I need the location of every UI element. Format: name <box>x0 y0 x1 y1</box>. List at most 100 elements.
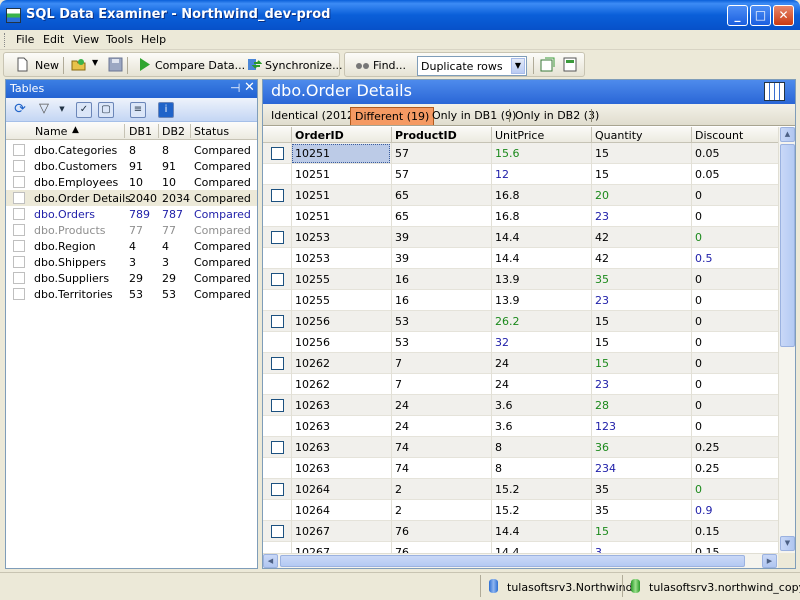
cell-orderid[interactable]: 10251 <box>295 210 330 223</box>
cell-productid[interactable]: 74 <box>395 441 409 454</box>
cell-discount[interactable]: 0 <box>695 378 702 391</box>
menu-file[interactable]: File <box>16 33 34 46</box>
cell-productid[interactable]: 16 <box>395 294 409 307</box>
column-unitprice[interactable]: UnitPrice <box>495 129 544 142</box>
cell-productid[interactable]: 65 <box>395 210 409 223</box>
info-icon[interactable]: i <box>158 102 174 118</box>
table-checkbox[interactable] <box>13 208 25 220</box>
chevron-down-icon[interactable]: ▼ <box>511 58 525 74</box>
table-row[interactable]: 10262 7 24 15 0 <box>263 353 778 374</box>
table-row[interactable]: 10255 16 13.9 23 0 <box>263 290 778 311</box>
close-button[interactable]: ✕ <box>773 5 794 26</box>
cell-orderid[interactable]: 10267 <box>295 525 330 538</box>
cell-quantity[interactable]: 123 <box>595 420 616 433</box>
table-row[interactable]: 10262 7 24 23 0 <box>263 374 778 395</box>
cell-discount[interactable]: 0.05 <box>695 147 720 160</box>
table-row[interactable]: 10263 74 8 36 0.25 <box>263 437 778 458</box>
cell-orderid[interactable]: 10251 <box>295 189 330 202</box>
cell-discount[interactable]: 0 <box>695 189 702 202</box>
scroll-up-icon[interactable]: ▲ <box>780 127 795 142</box>
table-row[interactable]: 10264 2 15.2 35 0.9 <box>263 500 778 521</box>
cell-orderid[interactable]: 10263 <box>295 420 330 433</box>
cell-orderid[interactable]: 10262 <box>295 378 330 391</box>
table-checkbox[interactable] <box>13 176 25 188</box>
table-checkbox[interactable] <box>13 144 25 156</box>
tab-identical[interactable]: Identical (2012) <box>267 107 362 125</box>
table-row[interactable]: 10251 65 16.8 23 0 <box>263 206 778 227</box>
table-row[interactable]: dbo.Shippers 3 3 Compared <box>6 254 257 270</box>
table-row[interactable]: 10253 39 14.4 42 0.5 <box>263 248 778 269</box>
row-checkbox[interactable] <box>271 525 284 538</box>
row-checkbox[interactable] <box>271 441 284 454</box>
cell-discount[interactable]: 0.05 <box>695 168 720 181</box>
cell-discount[interactable]: 0.9 <box>695 504 713 517</box>
row-checkbox[interactable] <box>271 189 284 202</box>
menu-edit[interactable]: Edit <box>43 33 64 46</box>
column-orderid[interactable]: OrderID <box>295 129 344 142</box>
table-row[interactable]: 10251 57 12 15 0.05 <box>263 164 778 185</box>
row-checkbox[interactable] <box>271 273 284 286</box>
scrollbar-thumb[interactable] <box>780 144 795 347</box>
cell-discount[interactable]: 0 <box>695 273 702 286</box>
cell-quantity[interactable]: 23 <box>595 294 609 307</box>
cell-productid[interactable]: 2 <box>395 483 402 496</box>
cell-productid[interactable]: 57 <box>395 168 409 181</box>
cell-discount[interactable]: 0 <box>695 231 702 244</box>
cell-unitprice[interactable]: 12 <box>495 168 509 181</box>
table-checkbox[interactable] <box>13 288 25 300</box>
cell-unitprice[interactable]: 3.6 <box>495 399 513 412</box>
column-status[interactable]: Status <box>194 125 229 138</box>
cell-quantity[interactable]: 35 <box>595 273 609 286</box>
cell-productid[interactable]: 24 <box>395 399 409 412</box>
cell-unitprice[interactable]: 15.2 <box>495 483 520 496</box>
cell-discount[interactable]: 0 <box>695 483 702 496</box>
cell-unitprice[interactable]: 15.2 <box>495 504 520 517</box>
menu-view[interactable]: View <box>73 33 99 46</box>
table-row[interactable]: dbo.Order Details 2040 2034 Compared <box>6 190 257 206</box>
cell-unitprice[interactable]: 14.4 <box>495 231 520 244</box>
cell-orderid[interactable]: 10264 <box>295 504 330 517</box>
scrollbar-thumb[interactable] <box>280 555 745 567</box>
filter-icon[interactable]: ▽ <box>36 102 52 118</box>
cell-discount[interactable]: 0 <box>695 357 702 370</box>
table-row[interactable]: 10251 57 15.6 15 0.05 <box>263 143 778 164</box>
cell-orderid[interactable]: 10263 <box>295 462 330 475</box>
row-checkbox[interactable] <box>271 357 284 370</box>
row-checkbox[interactable] <box>271 483 284 496</box>
table-row[interactable]: 10263 24 3.6 123 0 <box>263 416 778 437</box>
cell-unitprice[interactable]: 24 <box>495 357 509 370</box>
column-name[interactable]: Name <box>35 125 67 138</box>
cell-productid[interactable]: 24 <box>395 420 409 433</box>
cell-unitprice[interactable]: 16.8 <box>495 189 520 202</box>
table-row[interactable]: 10251 65 16.8 20 0 <box>263 185 778 206</box>
cell-unitprice[interactable]: 16.8 <box>495 210 520 223</box>
cell-discount[interactable]: 0.25 <box>695 462 720 475</box>
cell-quantity[interactable]: 36 <box>595 441 609 454</box>
table-row[interactable]: dbo.Employees 10 10 Compared <box>6 174 257 190</box>
cell-quantity[interactable]: 15 <box>595 168 609 181</box>
cell-orderid[interactable]: 10263 <box>295 399 330 412</box>
cell-orderid[interactable]: 10256 <box>295 336 330 349</box>
vertical-scrollbar[interactable]: ▲ ▼ <box>778 127 795 553</box>
compare-data-button[interactable]: Compare Data... <box>155 59 245 72</box>
new-button[interactable]: New <box>35 59 59 72</box>
pin-icon[interactable]: ⊣ <box>230 81 240 95</box>
table-row[interactable]: 10255 16 13.9 35 0 <box>263 269 778 290</box>
cell-productid[interactable]: 74 <box>395 462 409 475</box>
cell-productid[interactable]: 65 <box>395 189 409 202</box>
table-row[interactable]: 10263 24 3.6 28 0 <box>263 395 778 416</box>
scroll-right-icon[interactable]: ▶ <box>762 554 777 568</box>
export-icon[interactable] <box>540 57 555 72</box>
table-row[interactable]: 10256 53 32 15 0 <box>263 332 778 353</box>
table-row[interactable]: 10256 53 26.2 15 0 <box>263 311 778 332</box>
row-checkbox[interactable] <box>271 231 284 244</box>
cell-unitprice[interactable]: 14.4 <box>495 252 520 265</box>
cell-productid[interactable]: 53 <box>395 315 409 328</box>
cell-quantity[interactable]: 28 <box>595 399 609 412</box>
table-row[interactable]: dbo.Customers 91 91 Compared <box>6 158 257 174</box>
cell-orderid[interactable]: 10255 <box>295 273 330 286</box>
cell-unitprice[interactable]: 8 <box>495 462 502 475</box>
report-icon[interactable] <box>563 57 578 72</box>
column-productid[interactable]: ProductID <box>395 129 457 142</box>
table-checkbox[interactable] <box>13 224 25 236</box>
